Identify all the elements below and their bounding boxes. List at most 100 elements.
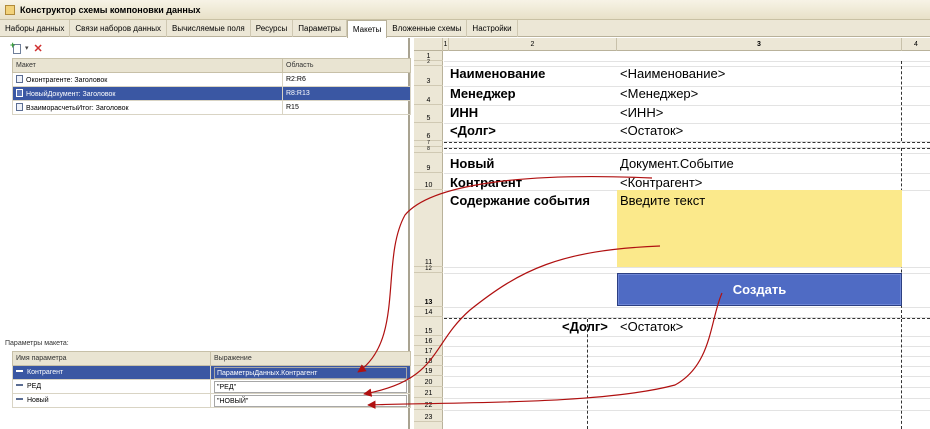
row-header[interactable]: 17	[414, 346, 443, 356]
tab-calculated-fields[interactable]: Вычисляемые поля	[167, 20, 251, 37]
layouts-panel: + ▾ ✕ Макет Область Оконтрагенте: Заголо…	[0, 38, 411, 429]
label-manager: Менеджер	[450, 86, 516, 101]
column-header-expression[interactable]: Выражение	[210, 351, 411, 366]
tab-resources[interactable]: Ресурсы	[251, 20, 294, 37]
value-name: <Наименование>	[620, 66, 726, 81]
layout-area: R8:R13	[282, 86, 411, 101]
params-label: Параметры макета:	[5, 340, 69, 347]
param-expression-cell[interactable]: ПараметрыДанных.Контрагент	[210, 365, 411, 380]
param-icon	[16, 370, 23, 372]
tab-dataset-links[interactable]: Связи наборов данных	[70, 20, 167, 37]
label-counterparty: Контрагент	[450, 175, 523, 190]
label-debt-total: <Долг>	[562, 319, 608, 334]
row-header[interactable]: 14	[414, 307, 443, 317]
row-headers: 1 2 3 4 5 6 7 8 9 10 11 12 13 14 15 16 1…	[414, 51, 443, 429]
layout-sheet-panel: 1 2 3 4 1 2 3 4 5 6 7 8 9 10 11 12 13 14…	[414, 38, 930, 429]
param-name: Контрагент	[27, 369, 64, 376]
area-border	[444, 148, 930, 149]
params-table: Имя параметра Выражение Контрагент Парам…	[12, 351, 411, 408]
table-row[interactable]: РЕД "РЕД"	[12, 379, 411, 394]
label-event-content: Содержание события	[450, 193, 590, 208]
param-expression[interactable]: "НОВЫЙ"	[214, 394, 407, 407]
app-icon	[5, 4, 15, 15]
column-headers: 1 2 3 4	[414, 38, 930, 51]
layout-icon	[16, 89, 23, 97]
add-layout-icon[interactable]: +	[10, 40, 23, 54]
column-header-4[interactable]: 4	[902, 38, 930, 51]
chevron-down-icon[interactable]: ▾	[25, 44, 29, 52]
create-button[interactable]: Создать	[617, 273, 902, 306]
layout-name: ВзаиморасчетыИтог: Заголовок	[26, 105, 129, 112]
tab-bar: Наборы данных Связи наборов данных Вычис…	[0, 20, 930, 38]
column-header-2[interactable]: 2	[449, 38, 617, 51]
row-header[interactable]: 3	[414, 66, 443, 86]
params-header-row: Имя параметра Выражение	[12, 351, 411, 366]
param-name: Новый	[27, 397, 49, 404]
area-border	[901, 319, 902, 429]
column-header-area[interactable]: Область	[282, 58, 411, 73]
event-text-placeholder[interactable]: Введите текст	[620, 193, 705, 208]
layout-sheet[interactable]: Наименование <Наименование> Менеджер <Ме…	[444, 51, 930, 429]
row-header[interactable]: 22	[414, 398, 443, 410]
layout-icon	[16, 75, 23, 83]
area-border	[444, 142, 930, 143]
value-manager: <Менеджер>	[620, 86, 699, 101]
param-name: РЕД	[27, 383, 42, 390]
row-header[interactable]: 11	[414, 190, 443, 267]
tab-layouts[interactable]: Макеты	[346, 20, 388, 38]
row-header[interactable]: 10	[414, 173, 443, 190]
row-header[interactable]: 15	[414, 317, 443, 336]
area-border	[444, 318, 930, 319]
window-titlebar: Конструктор схемы компоновки данных	[0, 0, 930, 20]
param-expression[interactable]: "РЕД"	[214, 380, 407, 393]
param-expression-cell[interactable]: "НОВЫЙ"	[210, 393, 411, 408]
param-icon	[16, 384, 23, 386]
label-name: Наименование	[450, 66, 546, 81]
row-header[interactable]: 21	[414, 387, 443, 398]
row-header[interactable]: 20	[414, 376, 443, 387]
table-row[interactable]: Новый "НОВЫЙ"	[12, 393, 411, 408]
area-border	[587, 319, 588, 429]
value-balance: <Остаток>	[620, 123, 684, 138]
column-header-param-name[interactable]: Имя параметра	[12, 351, 211, 366]
label-new: Новый	[450, 156, 495, 171]
delete-icon[interactable]: ✕	[34, 42, 43, 55]
layout-name: Оконтрагенте: Заголовок	[26, 77, 108, 84]
row-header[interactable]: 4	[414, 86, 443, 105]
layouts-table: Макет Область Оконтрагенте: Заголовок R2…	[12, 58, 411, 115]
table-row[interactable]: Оконтрагенте: Заголовок R2:R6	[12, 72, 411, 87]
tab-datasets[interactable]: Наборы данных	[0, 20, 71, 37]
row-header[interactable]: 23	[414, 410, 443, 422]
row-header[interactable]: 16	[414, 336, 443, 346]
layout-area: R2:R6	[282, 72, 411, 87]
row-header[interactable]: 18	[414, 356, 443, 366]
param-expression[interactable]: ПараметрыДанных.Контрагент	[214, 366, 407, 379]
row-header[interactable]: 5	[414, 105, 443, 123]
param-icon	[16, 398, 23, 400]
layout-area: R15	[282, 100, 411, 115]
column-header-layout[interactable]: Макет	[12, 58, 283, 73]
tab-settings[interactable]: Настройки	[467, 20, 518, 37]
row-header[interactable]: 19	[414, 366, 443, 376]
row-header[interactable]: 13	[414, 273, 443, 307]
param-expression-cell[interactable]: "РЕД"	[210, 379, 411, 394]
tab-nested-schemas[interactable]: Вложенные схемы	[387, 20, 468, 37]
label-debt: <Долг>	[450, 123, 496, 138]
window-title: Конструктор схемы компоновки данных	[20, 4, 201, 15]
layouts-toolbar: + ▾ ✕	[10, 40, 43, 55]
value-document-event: Документ.Событие	[620, 156, 734, 171]
layout-name: НовыйДокумент: Заголовок	[26, 91, 116, 98]
column-header-3[interactable]: 3	[617, 38, 902, 51]
table-row[interactable]: Контрагент ПараметрыДанных.Контрагент	[12, 365, 411, 380]
value-counterparty: <Контрагент>	[620, 175, 703, 190]
table-row[interactable]: ВзаиморасчетыИтог: Заголовок R15	[12, 100, 411, 115]
area-border	[901, 61, 902, 141]
value-balance-total: <Остаток>	[620, 319, 684, 334]
layouts-header-row: Макет Область	[12, 58, 411, 73]
table-row[interactable]: НовыйДокумент: Заголовок R8:R13	[12, 86, 411, 101]
row-header[interactable]: 6	[414, 123, 443, 141]
value-inn: <ИНН>	[620, 105, 664, 120]
label-inn: ИНН	[450, 105, 479, 120]
row-header[interactable]: 9	[414, 153, 443, 173]
tab-parameters[interactable]: Параметры	[293, 20, 347, 37]
